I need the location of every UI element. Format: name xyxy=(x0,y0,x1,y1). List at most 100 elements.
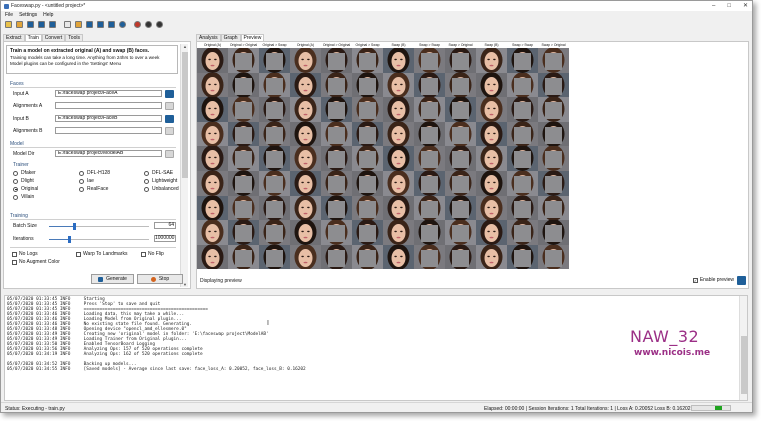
info-button[interactable] xyxy=(154,20,164,30)
generate-button[interactable]: Generate xyxy=(91,274,134,284)
alignments-a-field[interactable] xyxy=(55,102,162,109)
maximize-icon[interactable]: □ xyxy=(727,2,731,10)
radio-button[interactable] xyxy=(144,178,149,184)
radio-button[interactable] xyxy=(13,194,18,200)
enable-preview-box[interactable]: ✓ xyxy=(692,277,698,283)
tab-train[interactable]: Train xyxy=(24,34,42,41)
stop-button[interactable]: Stop xyxy=(137,274,183,284)
no-flip-box[interactable] xyxy=(141,251,146,257)
preview-face-original xyxy=(476,220,507,245)
radio-button[interactable] xyxy=(144,170,149,176)
radio-button[interactable] xyxy=(79,186,84,192)
open-task-button[interactable] xyxy=(73,20,83,30)
help-button[interactable] xyxy=(143,20,153,30)
no-logs-checkbox[interactable]: No Logs xyxy=(12,251,38,257)
iterations-input[interactable]: 1000000 xyxy=(154,235,176,242)
menu-help[interactable]: Help xyxy=(43,12,53,18)
clear-button[interactable] xyxy=(106,20,116,30)
trainer-option-dlight[interactable]: Dlight xyxy=(13,178,34,184)
input-b-browse-icon[interactable] xyxy=(165,115,174,123)
settings-button[interactable] xyxy=(117,20,127,30)
no-augment-checkbox[interactable]: No Augment Color xyxy=(12,259,60,265)
menu-settings[interactable]: Settings xyxy=(19,12,37,18)
radio-button[interactable] xyxy=(13,186,18,192)
minimize-icon[interactable]: – xyxy=(712,2,715,10)
console-scroll-thumb[interactable] xyxy=(741,336,747,394)
preview-face-original xyxy=(476,195,507,221)
trainer-section-title: Trainer xyxy=(13,162,29,168)
menu-file[interactable]: File xyxy=(5,12,13,18)
no-augment-box[interactable] xyxy=(12,259,17,265)
tab-graph[interactable]: Graph xyxy=(220,34,241,41)
save-as-icon xyxy=(37,21,45,28)
preview-face-swap xyxy=(414,171,445,196)
trainer-option-unbalanced[interactable]: Unbalanced xyxy=(144,186,179,192)
warp-landmarks-box[interactable] xyxy=(76,251,81,257)
trainer-option-iae[interactable]: Iae xyxy=(79,178,94,184)
trainer-option-original[interactable]: Original xyxy=(13,186,38,192)
batch-size-slider[interactable] xyxy=(49,223,149,230)
radio-button[interactable] xyxy=(13,178,18,184)
trainer-option-dfaker[interactable]: Dfaker xyxy=(13,170,36,176)
trainer-option-dfl-h128[interactable]: DFL-H128 xyxy=(79,170,110,176)
save-project-button[interactable] xyxy=(25,20,35,30)
preview-face-swap xyxy=(507,171,538,196)
tab-extract[interactable]: Extract xyxy=(3,34,25,41)
new-task-button[interactable] xyxy=(62,20,72,30)
alignments-a-browse-icon[interactable] xyxy=(165,102,174,110)
save-task-as-button[interactable] xyxy=(95,20,105,30)
trainer-option-realface[interactable]: RealFace xyxy=(79,186,108,192)
batch-size-input[interactable]: 64 xyxy=(154,222,176,229)
radio-button[interactable] xyxy=(79,178,84,184)
preview-face-original xyxy=(290,121,321,147)
preview-face-original xyxy=(197,195,228,221)
model-dir-browse-icon[interactable] xyxy=(165,150,174,158)
input-b-field[interactable]: E:/faceswap project/FaceB xyxy=(55,115,162,122)
alignments-b-browse-icon[interactable] xyxy=(165,127,174,135)
tab-analysis[interactable]: Analysis xyxy=(196,34,221,41)
radio-button[interactable] xyxy=(144,186,149,192)
task-tabs: Extract Train Convert Tools xyxy=(3,34,83,41)
stop-button[interactable] xyxy=(132,20,142,30)
iterations-slider[interactable] xyxy=(49,236,149,243)
save-preview-icon[interactable] xyxy=(737,276,746,285)
no-flip-checkbox[interactable]: No Flip xyxy=(141,251,164,257)
options-scrollbar[interactable]: ▲ ▼ xyxy=(180,44,188,287)
preview-face-swap xyxy=(414,146,445,171)
open-project-button[interactable] xyxy=(14,20,24,30)
scroll-up-icon[interactable]: ▲ xyxy=(182,44,188,49)
info-icon xyxy=(155,21,163,28)
preview-face-original xyxy=(197,97,228,122)
watermark-logo: NAW_32 xyxy=(630,327,700,346)
close-icon[interactable]: ✕ xyxy=(743,2,748,10)
options-scroll-thumb[interactable] xyxy=(182,52,188,178)
preview-cells xyxy=(197,48,569,270)
input-a-field[interactable]: E:/faceswap project/FaceA xyxy=(55,90,162,97)
input-a-browse-icon[interactable] xyxy=(165,90,174,98)
no-logs-box[interactable] xyxy=(12,251,17,257)
tab-tools[interactable]: Tools xyxy=(65,34,83,41)
model-dir-field[interactable]: E:/faceswap project/ModelAB xyxy=(55,150,162,157)
status-bar: Status: Executing - train.py Elapsed: 00… xyxy=(1,402,752,412)
trainer-option-dfl-sae[interactable]: DFL-SAE xyxy=(144,170,173,176)
save-task-button[interactable] xyxy=(84,20,94,30)
radio-button[interactable] xyxy=(13,170,18,176)
preview-face-swap xyxy=(538,48,569,73)
trainer-option-lightweight[interactable]: Lightweight xyxy=(144,178,177,184)
radio-button[interactable] xyxy=(79,170,84,176)
alignments-b-field[interactable] xyxy=(55,127,162,134)
trainer-option-label: Villain xyxy=(21,194,35,200)
tab-preview[interactable]: Preview xyxy=(240,34,265,41)
preview-face-original xyxy=(476,146,507,171)
console-scrollbar[interactable] xyxy=(739,296,747,400)
iterations-slider-handle[interactable] xyxy=(67,236,71,243)
save-as-button[interactable] xyxy=(36,20,46,30)
warp-landmarks-checkbox[interactable]: Warp To Landmarks xyxy=(76,251,127,257)
reload-button[interactable] xyxy=(47,20,57,30)
tab-convert[interactable]: Convert xyxy=(41,34,66,41)
enable-preview-checkbox[interactable]: ✓ Enable preview xyxy=(692,277,734,283)
new-project-button[interactable] xyxy=(3,20,13,30)
batch-size-label: Batch Size xyxy=(13,223,37,229)
trainer-option-villain[interactable]: Villain xyxy=(13,194,34,200)
batch-size-slider-handle[interactable] xyxy=(72,223,76,230)
